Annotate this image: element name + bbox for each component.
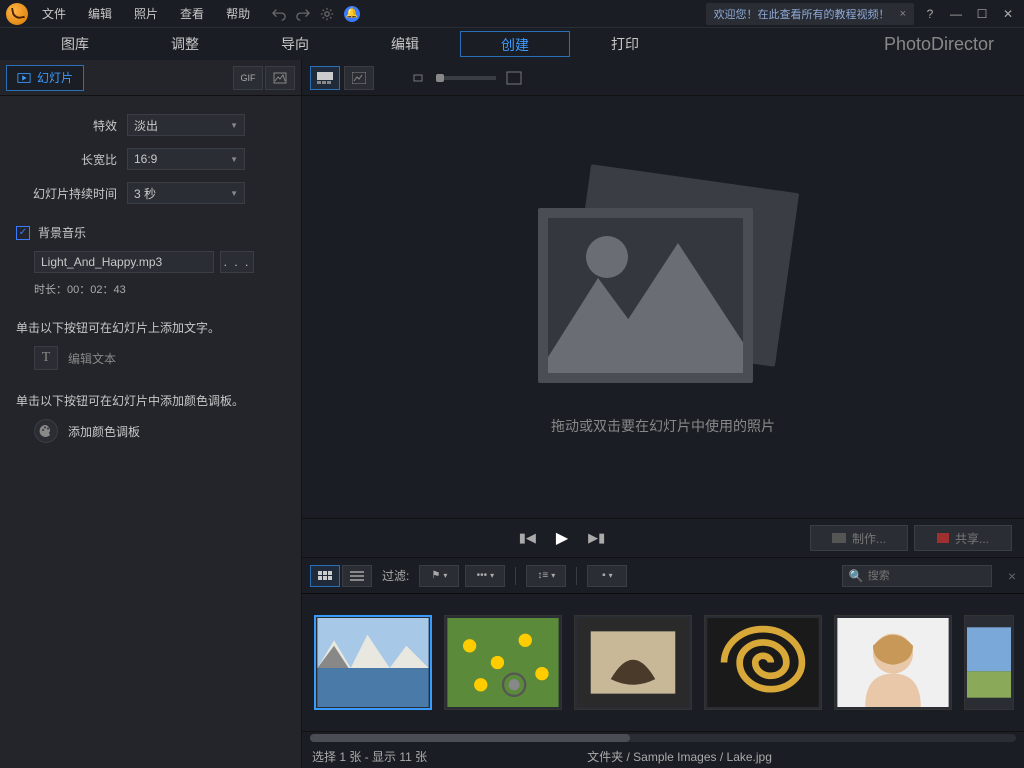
zoom-out-icon[interactable]: [412, 72, 426, 84]
sidetab-slideshow[interactable]: 幻灯片: [6, 65, 84, 91]
settings-gear-icon[interactable]: [320, 7, 334, 21]
palette-icon: [34, 419, 58, 443]
thumb-boat[interactable]: [574, 615, 692, 710]
grid-view-button[interactable]: [310, 565, 340, 587]
bgm-duration: 时长：00：02：43: [34, 281, 289, 297]
status-path: 文件夹 / Sample Images / Lake.jpg: [587, 748, 772, 765]
produce-icon: [832, 533, 846, 543]
menu-view[interactable]: 查看: [176, 3, 208, 24]
text-hint: 单击以下按钮可在幻灯片上添加文字。: [16, 319, 279, 336]
status-selection: 选择 1 张 - 显示 11 张: [312, 748, 427, 765]
sidetab-motion[interactable]: [265, 66, 295, 90]
tab-library[interactable]: 图库: [20, 31, 130, 57]
redo-icon[interactable]: [296, 7, 310, 21]
motion-icon: [273, 72, 287, 84]
placeholder-image-icon: [538, 178, 788, 388]
produce-button[interactable]: 制作...: [810, 525, 908, 551]
filmstrip-scrollbar[interactable]: [310, 734, 1016, 742]
filter-label: 过滤:: [382, 567, 409, 584]
tab-edit[interactable]: 编辑: [350, 31, 460, 57]
play-button[interactable]: ▶: [556, 528, 568, 548]
bgm-checkbox[interactable]: ✓: [16, 226, 30, 240]
close-button[interactable]: ✕: [998, 7, 1018, 21]
add-palette-button[interactable]: 添加颜色调板: [68, 423, 140, 440]
thumb-lake[interactable]: [314, 615, 432, 710]
share-button[interactable]: 共享...: [914, 525, 1012, 551]
thumbnail-size-slider[interactable]: [436, 76, 496, 80]
bgm-browse-button[interactable]: . . .: [220, 251, 254, 273]
titlebar-help-button[interactable]: ?: [920, 7, 940, 21]
share-icon: [937, 533, 949, 543]
zoom-in-icon[interactable]: [506, 71, 522, 85]
search-icon: 🔍: [849, 569, 864, 583]
brand-label: PhotoDirector: [884, 34, 1004, 55]
search-clear-button[interactable]: ×: [1008, 568, 1016, 584]
single-icon: [352, 72, 366, 84]
notification-bell-icon[interactable]: 🔔: [344, 6, 360, 22]
aspect-label: 长宽比: [12, 151, 127, 168]
slideshow-icon: [17, 71, 31, 85]
next-button[interactable]: ▶▮: [588, 530, 605, 546]
menu-file[interactable]: 文件: [38, 3, 70, 24]
stack-dropdown[interactable]: ▪: [587, 565, 627, 587]
edit-text-button[interactable]: 编辑文本: [68, 350, 116, 367]
minimize-button[interactable]: —: [946, 7, 966, 21]
filmstrip: [302, 594, 1024, 732]
list-view-button[interactable]: [342, 565, 372, 587]
drop-hint-text: 拖动或双击要在幻灯片中使用的照片: [551, 416, 775, 436]
bgm-label: 背景音乐: [38, 224, 86, 241]
main-menu: 文件 编辑 照片 查看 帮助: [38, 3, 254, 24]
text-tool-icon: T: [34, 346, 58, 370]
search-field[interactable]: 🔍: [842, 565, 992, 587]
palette-hint: 单击以下按钮可在幻灯片中添加颜色调板。: [16, 392, 279, 409]
viewmode-single-button[interactable]: [344, 66, 374, 90]
duration-label: 幻灯片持续时间: [12, 185, 127, 202]
tab-print[interactable]: 打印: [570, 31, 680, 57]
bgm-file-field[interactable]: Light_And_Happy.mp3: [34, 251, 214, 273]
tab-guide[interactable]: 导向: [240, 31, 350, 57]
effect-select[interactable]: 淡出: [127, 114, 245, 136]
filter-flag-dropdown[interactable]: ⚑: [419, 565, 459, 587]
tab-adjust[interactable]: 调整: [130, 31, 240, 57]
effect-label: 特效: [12, 117, 127, 134]
sidetab-slideshow-label: 幻灯片: [37, 69, 73, 86]
thumb-flowers[interactable]: [444, 615, 562, 710]
preview-drop-area[interactable]: 拖动或双击要在幻灯片中使用的照片: [302, 96, 1024, 518]
welcome-banner[interactable]: 欢迎您！在此查看所有的教程视频！ ×: [706, 3, 914, 25]
welcome-text: 欢迎您！在此查看所有的教程视频！: [714, 6, 890, 22]
thumb-landscape[interactable]: [964, 615, 1014, 710]
undo-icon[interactable]: [272, 7, 286, 21]
sidetab-gif[interactable]: GIF: [233, 66, 263, 90]
sort-dropdown[interactable]: ↕≡: [526, 565, 566, 587]
menu-help[interactable]: 帮助: [222, 3, 254, 24]
menu-edit[interactable]: 编辑: [84, 3, 116, 24]
aspect-select[interactable]: 16:9: [127, 148, 245, 170]
search-input[interactable]: [868, 570, 1010, 582]
viewmode-filmstrip-button[interactable]: [310, 66, 340, 90]
thumb-portrait[interactable]: [834, 615, 952, 710]
tab-create[interactable]: 创建: [460, 31, 570, 57]
welcome-close-icon[interactable]: ×: [900, 8, 906, 20]
duration-select[interactable]: 3 秒: [127, 182, 245, 204]
filmstrip-icon: [317, 72, 333, 84]
filter-rating-dropdown[interactable]: •••: [465, 565, 505, 587]
maximize-button[interactable]: ☐: [972, 7, 992, 21]
app-logo-icon: [6, 3, 28, 25]
menu-photo[interactable]: 照片: [130, 3, 162, 24]
prev-button[interactable]: ▮◀: [519, 530, 536, 546]
thumb-spiral[interactable]: [704, 615, 822, 710]
